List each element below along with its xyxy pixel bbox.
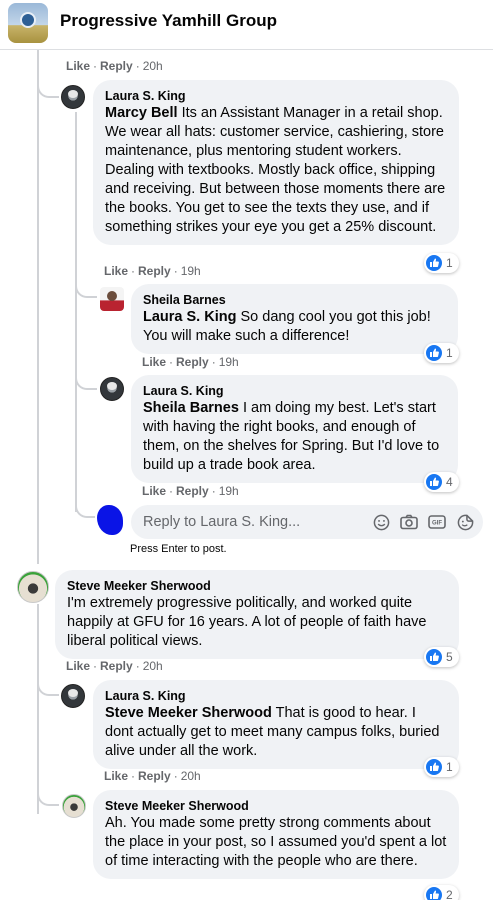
thread-connector [37, 676, 59, 696]
comment-text: Ah. You made some pretty strong comments… [105, 814, 447, 871]
reaction-count[interactable]: 2 [424, 885, 459, 900]
thread-connector [75, 278, 97, 298]
sticker-icon[interactable] [456, 513, 474, 531]
seal-icon [20, 12, 36, 28]
thumbs-up-icon [426, 255, 442, 271]
reaction-number: 1 [446, 346, 453, 360]
comment-author[interactable]: Steve Meeker Sherwood [67, 578, 447, 594]
reaction-count[interactable]: 4 [424, 472, 459, 492]
mention-link[interactable]: Laura S. King [143, 309, 236, 325]
comment-text: I'm extremely progressive politically, a… [67, 594, 447, 651]
comment-bubble: Steve Meeker Sherwood Ah. You made some … [93, 790, 459, 879]
comment-body: I'm extremely progressive politically, a… [67, 595, 427, 649]
comment-time[interactable]: 19h [219, 355, 239, 369]
thread-connector [75, 370, 97, 390]
thumbs-up-icon [426, 759, 442, 775]
thumbs-up-icon [426, 887, 442, 900]
comment-bubble: Laura S. King Steve Meeker Sherwood That… [93, 680, 459, 769]
comment-time[interactable]: 20h [143, 59, 163, 73]
reaction-number: 2 [446, 888, 453, 900]
comment-body: Its an Assistant Manager in a retail sho… [105, 105, 446, 235]
comment-text: Marcy Bell Its an Assistant Manager in a… [105, 104, 447, 237]
comment-bubble: Laura S. King Sheila Barnes I am doing m… [131, 375, 458, 483]
group-header: Progressive Yamhill Group [0, 0, 493, 50]
like-button[interactable]: Like [66, 59, 90, 73]
comment-bubble: Sheila Barnes Laura S. King So dang cool… [131, 284, 458, 354]
camera-icon[interactable] [400, 513, 418, 531]
thread-connector [37, 78, 59, 98]
comment-actions: Like · Reply · 20h [66, 59, 163, 73]
post-hint: Press Enter to post. [130, 543, 227, 555]
mention-link[interactable]: Sheila Barnes [143, 400, 239, 416]
reaction-number: 5 [446, 650, 453, 664]
like-button[interactable]: Like [142, 355, 166, 369]
comment-body: Ah. You made some pretty strong comments… [105, 815, 447, 869]
like-button[interactable]: Like [142, 484, 166, 498]
comment-time[interactable]: 19h [181, 264, 201, 278]
comment-author[interactable]: Laura S. King [143, 383, 446, 399]
reply-composer[interactable]: GIF [131, 505, 483, 539]
reply-button[interactable]: Reply [100, 59, 133, 73]
reply-button[interactable]: Reply [176, 355, 209, 369]
avatar[interactable] [100, 377, 124, 401]
comment-actions: Like · Reply · 19h [142, 355, 239, 369]
reaction-number: 1 [446, 760, 453, 774]
mention-link[interactable]: Steve Meeker Sherwood [105, 705, 272, 721]
emoji-icon[interactable] [372, 513, 390, 531]
thread-connector [75, 500, 95, 518]
thumbs-up-icon [426, 649, 442, 665]
comment-author[interactable]: Laura S. King [105, 88, 447, 104]
comment-author[interactable]: Steve Meeker Sherwood [105, 798, 447, 814]
gif-icon[interactable]: GIF [428, 513, 446, 531]
svg-text:GIF: GIF [432, 521, 442, 527]
thumbs-up-icon [426, 345, 442, 361]
thread-line [37, 604, 39, 814]
reply-button[interactable]: Reply [138, 769, 171, 783]
reply-input[interactable] [143, 505, 343, 539]
comment-author[interactable]: Sheila Barnes [143, 292, 446, 308]
reply-button[interactable]: Reply [100, 659, 133, 673]
comment-time[interactable]: 20h [143, 659, 163, 673]
reaction-number: 4 [446, 475, 453, 489]
reaction-count[interactable]: 1 [424, 343, 459, 363]
like-button[interactable]: Like [66, 659, 90, 673]
reaction-count[interactable]: 1 [424, 757, 459, 777]
reaction-count[interactable]: 1 [424, 253, 459, 273]
comment-text: Laura S. King So dang cool you got this … [143, 308, 446, 346]
comment-actions: Like · Reply · 19h [142, 484, 239, 498]
comment-time[interactable]: 19h [219, 484, 239, 498]
like-button[interactable]: Like [104, 264, 128, 278]
mention-link[interactable]: Marcy Bell [105, 105, 178, 121]
reaction-number: 1 [446, 256, 453, 270]
current-user-avatar[interactable] [97, 505, 123, 535]
group-avatar[interactable] [8, 3, 48, 43]
comment-actions: Like · Reply · 20h [104, 769, 201, 783]
comment-actions: Like · Reply · 19h [104, 264, 201, 278]
comment-text: Steve Meeker Sherwood That is good to he… [105, 704, 447, 761]
avatar[interactable] [17, 571, 49, 603]
comment-author[interactable]: Laura S. King [105, 688, 447, 704]
reaction-count[interactable]: 5 [424, 647, 459, 667]
avatar[interactable] [62, 794, 86, 818]
thread-line [37, 50, 39, 564]
reply-button[interactable]: Reply [138, 264, 171, 278]
group-title[interactable]: Progressive Yamhill Group [60, 11, 277, 31]
reply-button[interactable]: Reply [176, 484, 209, 498]
comment-text: Sheila Barnes I am doing my best. Let's … [143, 399, 446, 475]
comment-bubble: Laura S. King Marcy Bell Its an Assistan… [93, 80, 459, 245]
avatar[interactable] [100, 287, 124, 311]
thread-line [75, 112, 77, 512]
comment-time[interactable]: 20h [181, 769, 201, 783]
avatar[interactable] [61, 85, 85, 109]
like-button[interactable]: Like [104, 769, 128, 783]
comment-bubble: Steve Meeker Sherwood I'm extremely prog… [55, 570, 459, 659]
thread-connector [37, 786, 59, 806]
comment-actions: Like · Reply · 20h [66, 659, 163, 673]
thumbs-up-icon [426, 474, 442, 490]
avatar[interactable] [61, 684, 85, 708]
